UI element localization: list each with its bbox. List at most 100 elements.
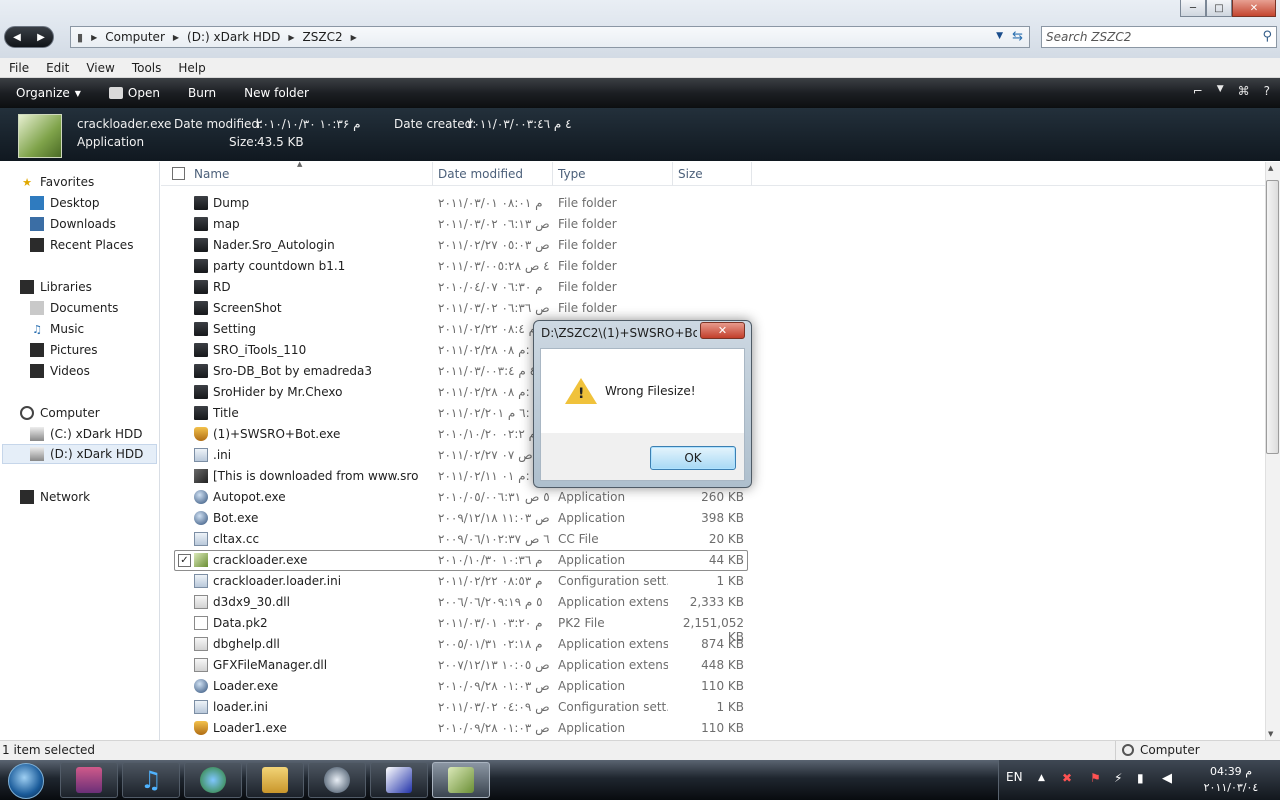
file-row[interactable]: Autopot.exe ۲۰۱۰/۰٥/۰٥ ص ۰٦:۳۱ Application… xyxy=(161,487,1265,508)
scrollbar-thumb[interactable] xyxy=(1266,180,1279,454)
taskbar-crackloader[interactable] xyxy=(432,762,490,798)
chevron-down-icon[interactable]: ▼ xyxy=(996,31,1003,41)
file-row[interactable]: Bot.exe ۲۰۰۹/۱۲/۱۸ ص ۱۱:۰۳ Application 398 … xyxy=(161,508,1265,529)
breadcrumb-drive[interactable]: (D:) xDark HDD xyxy=(181,30,286,44)
nav-documents[interactable]: Documents xyxy=(30,298,118,318)
taskbar-app[interactable] xyxy=(370,762,428,798)
chevron-right-icon[interactable]: ▶ xyxy=(349,33,359,42)
language-indicator[interactable]: EN xyxy=(1006,770,1023,784)
file-row[interactable]: dbghelp.dll ۲۰۰٥/۰۱/۳۱ م ۰۲:۱۸ Application… xyxy=(161,634,1265,655)
burn-button[interactable]: Burn xyxy=(172,86,228,100)
search-icon[interactable]: ⚲ xyxy=(1262,29,1272,44)
search-input[interactable]: Search ZSZC2 ⚲ xyxy=(1041,26,1277,48)
chevron-right-icon[interactable]: ▶ xyxy=(171,33,181,42)
forward-button[interactable]: ▶ xyxy=(29,27,53,47)
menu-help[interactable]: Help xyxy=(169,61,213,75)
nav-music[interactable]: ♫ Music xyxy=(30,319,84,339)
close-button[interactable]: ✕ xyxy=(1232,0,1276,17)
status-location: Computer xyxy=(1140,743,1200,757)
taskbar-messenger[interactable] xyxy=(184,762,242,798)
nav-drive-d[interactable]: (D:) xDark HDD xyxy=(2,444,157,464)
power-icon[interactable]: ⚡ xyxy=(1114,771,1122,785)
column-divider[interactable] xyxy=(672,162,673,186)
tray-expand-icon[interactable]: ▲ xyxy=(1038,773,1045,783)
column-divider[interactable] xyxy=(432,162,433,186)
scroll-down-icon[interactable]: ▼ xyxy=(1268,730,1273,738)
menu-tools[interactable]: Tools xyxy=(123,61,170,75)
back-button[interactable]: ◀ xyxy=(5,27,29,47)
file-row[interactable]: crackloader.loader.ini ۲۰۱۱/۰۲/۲۲ م ۰۸:٥۳… xyxy=(161,571,1265,592)
nav-drive-c[interactable]: (C:) xDark HDD xyxy=(30,424,143,444)
file-row[interactable]: d3dx9_30.dll ۲۰۰٦/۰٦/۲٥ م ۰۹:۱۹ Applicatio… xyxy=(161,592,1265,613)
nav-libraries[interactable]: Libraries xyxy=(20,277,92,297)
file-row[interactable]: loader.ini ۲۰۱۱/۰۳/۰۲ ص ۰٤:۰۹ Configuratio… xyxy=(161,697,1265,718)
file-row[interactable]: party countdown b1.1 ۲۰۱۱/۰۳/۰٤ ص ۰٥:۲۸ Fi… xyxy=(161,256,1265,277)
taskbar-explorer[interactable] xyxy=(246,762,304,798)
tray-time[interactable]: 04:39 م xyxy=(1196,765,1266,778)
file-row[interactable]: Data.pk2 ۲۰۱۱/۰۳/۰۱ م ۰۳:۲۰ PK2 File 2,151,… xyxy=(161,613,1265,644)
organize-button[interactable]: Organize ▼ xyxy=(0,86,93,100)
file-row[interactable]: Nader.Sro_Autologin ۲۰۱۱/۰۲/۲۷ ص ۰٥:۰۳ Fil… xyxy=(161,235,1265,256)
column-divider[interactable] xyxy=(552,162,553,186)
breadcrumb-folder[interactable]: ZSZC2 xyxy=(297,30,349,44)
nav-pictures[interactable]: Pictures xyxy=(30,340,98,360)
ok-button[interactable]: OK xyxy=(650,446,736,470)
breadcrumb-computer[interactable]: Computer xyxy=(99,30,171,44)
column-name[interactable]: Name xyxy=(194,167,229,181)
nav-desktop[interactable]: Desktop xyxy=(30,193,100,213)
menu-view[interactable]: View xyxy=(77,61,122,75)
nav-videos[interactable]: Videos xyxy=(30,361,90,381)
action-center-icon[interactable]: ⚑ xyxy=(1090,771,1101,785)
view-controls: ⌐ ▼ ⌘ ? xyxy=(1193,84,1270,98)
menu-edit[interactable]: Edit xyxy=(37,61,77,75)
open-button[interactable]: Open xyxy=(93,86,172,100)
file-row[interactable]: Loader.exe ۲۰۱۰/۰۹/۲۸ ص ۰۱:۰۳ Application 1… xyxy=(161,676,1265,697)
file-row[interactable]: Loader1.exe ۲۰۱۰/۰۹/۲۸ ص ۰۱:۰۳ Application… xyxy=(161,718,1265,739)
column-divider[interactable] xyxy=(751,162,752,186)
chevron-right-icon[interactable]: ▶ xyxy=(286,33,296,42)
file-name: Nader.Sro_Autologin xyxy=(213,238,335,252)
nav-computer[interactable]: Computer xyxy=(20,403,100,423)
file-row[interactable]: RD ۲۰۱۰/۰٤/۰۷ م ۰٦:۳۰ File folder xyxy=(161,277,1265,298)
menu-file[interactable]: File xyxy=(0,61,37,75)
preview-pane-icon[interactable]: ⌘ xyxy=(1238,84,1250,98)
views-icon[interactable]: ⌐ xyxy=(1193,84,1203,98)
file-row[interactable]: cltax.cc ۲۰۰۹/۰٦/۱٦ ص ۰۲:۳۷ CC File 20 KB xyxy=(161,529,1265,550)
column-size[interactable]: Size xyxy=(678,167,703,181)
file-row[interactable]: ScreenShot ۲۰۱۱/۰۳/۰۲ ص ۰٦:۳٦ File folder xyxy=(161,298,1265,319)
taskbar-music[interactable]: ♫ xyxy=(122,762,180,798)
column-type[interactable]: Type xyxy=(558,167,586,181)
help-icon[interactable]: ? xyxy=(1264,84,1270,98)
nav-downloads[interactable]: Downloads xyxy=(30,214,116,234)
minimize-button[interactable]: ─ xyxy=(1180,0,1206,17)
dialog-close-button[interactable]: ✕ xyxy=(700,322,745,339)
file-row[interactable]: Dump ۲۰۱۱/۰۳/۰۱ م ۰۸:۰۱ File folder xyxy=(161,193,1265,214)
column-date-modified[interactable]: Date modified xyxy=(438,167,523,181)
file-type: Application extens... xyxy=(558,595,668,609)
nav-recent-places[interactable]: Recent Places xyxy=(30,235,133,255)
volume-icon[interactable]: ◀ xyxy=(1162,771,1172,786)
folder-icon: ▮ xyxy=(77,30,84,44)
file-date: ۲۰۱۱/۰۳/۰۱ م ۰۳:۲۰ xyxy=(438,616,543,630)
maximize-button[interactable]: □ xyxy=(1206,0,1232,17)
file-row[interactable]: map ۲۰۱۱/۰۳/۰۲ ص ۰٦:۱۳ File folder xyxy=(161,214,1265,235)
address-bar[interactable]: ▮ ▶ Computer ▶ (D:) xDark HDD ▶ ZSZC2 ▶ … xyxy=(70,26,1030,48)
refresh-icon[interactable]: ⇆ xyxy=(1012,29,1023,44)
network-signal-icon[interactable]: ▮ xyxy=(1137,771,1144,785)
security-alert-icon[interactable]: ✖ xyxy=(1062,771,1072,785)
select-all-checkbox[interactable] xyxy=(172,167,185,180)
scroll-up-icon[interactable]: ▲ xyxy=(1268,164,1273,172)
app-icon xyxy=(194,679,208,693)
start-button[interactable] xyxy=(2,761,54,800)
new-folder-button[interactable]: New folder xyxy=(228,86,321,100)
nav-network[interactable]: Network xyxy=(20,487,90,507)
ini-icon xyxy=(194,574,208,588)
chevron-down-icon[interactable]: ▼ xyxy=(1217,84,1224,98)
nav-favorites[interactable]: ★ Favorites xyxy=(20,172,94,192)
tray-date[interactable]: ۲۰۱۱/۰۳/۰٤ xyxy=(1190,781,1272,794)
taskbar-browser[interactable] xyxy=(308,762,366,798)
taskbar-winrar[interactable] xyxy=(60,762,118,798)
file-row[interactable]: GFXFileManager.dll ۲۰۰۷/۱۲/۱۳ ص ۱۰:۰٥ Appl… xyxy=(161,655,1265,676)
file-row[interactable]: ✓ crackloader.exe ۲۰۱۰/۱۰/۳۰ م ۱۰:۳٦ Applic… xyxy=(161,550,1265,571)
row-checkbox[interactable]: ✓ xyxy=(178,554,191,567)
